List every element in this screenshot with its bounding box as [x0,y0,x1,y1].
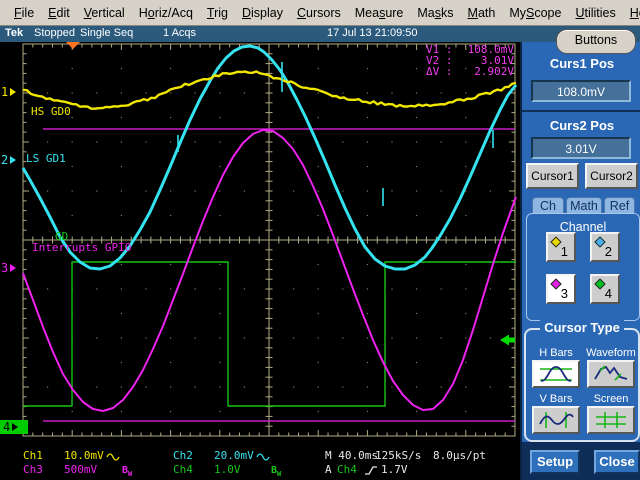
ch3-bandwidth-badge: BW [122,465,132,480]
sample-rate: 125kS/s [375,450,421,462]
ch2-readout-name: Ch2 [173,450,193,462]
menu-cursors[interactable]: Cursors [290,3,348,23]
channel-3-button[interactable]: 3 [546,274,576,304]
ch2-ac-coupling-icon [256,452,270,462]
menu-trig[interactable]: Trig [200,3,235,23]
trigger-source: Ch4 [337,464,357,476]
ch1-wave-label: HS GD0 [31,105,71,118]
screen-label: Screen [586,393,636,405]
tab-ch[interactable]: Ch [532,197,564,214]
screen-icon [592,410,630,430]
resolution: 8.0µs/pt [433,450,486,462]
ch3-wave-label: Interrupts GPIO [32,241,131,254]
menu-bar: FileEditVerticalHoriz/AcqTrigDisplayCurs… [0,0,640,26]
waveform-icon [592,364,630,384]
cursor1-button[interactable]: Cursor1 [526,163,579,189]
setup-button[interactable]: Setup [530,450,580,474]
scope-display: V1 :108.0mV V2 :3.01V ΔV :2.902V HS GD0 … [0,42,520,480]
ch3-readout-name: Ch3 [23,464,43,476]
menu-file[interactable]: File [7,3,41,23]
datetime: 17 Jul 13 21:09:50 [327,27,418,39]
ch1-readout-name: Ch1 [23,450,43,462]
oscilloscope-app: FileEditVerticalHoriz/AcqTrigDisplayCurs… [0,0,640,480]
trigger-slope-icon [364,464,378,476]
hbars-icon [537,364,575,384]
channel-section-title: Channel [527,220,639,234]
h-bars-button[interactable] [532,360,580,388]
delta-v-value: 2.902V [460,66,514,77]
curs1-pos-title: Curs1 Pos [522,56,640,71]
control-panel: Curs1 Pos 108.0mV Curs2 Pos 3.01V Cursor… [520,42,640,480]
ch4-ground-marker[interactable]: 4 [0,420,28,434]
vbars-icon [537,410,575,430]
ch1-ground-marker[interactable]: 1 [1,85,16,99]
ch3-ground-marker[interactable]: 3 [1,261,16,275]
acquisition-mode: Single Seq [80,27,133,39]
status-bar: Tek Stopped Single Seq 1 Acqs 17 Jul 13 … [0,26,640,42]
menu-vertical[interactable]: Vertical [77,3,132,23]
v-bars-button[interactable] [532,406,580,434]
curs1-pos-value[interactable]: 108.0mV [531,80,631,102]
graticule [0,42,520,480]
ch3-scale: 500mV [64,464,97,476]
tab-ref[interactable]: Ref [604,197,635,214]
tab-math[interactable]: Math [566,197,602,214]
tek-logo: Tek [5,27,23,39]
ch1-scale: 10.0mV [64,450,104,462]
trigger-type: A [325,464,332,476]
menu-help[interactable]: Help [623,3,640,23]
curs2-pos-title: Curs2 Pos [522,118,640,133]
acquisition-count: 1 Acqs [163,27,196,39]
menu-display[interactable]: Display [235,3,290,23]
menu-myscope[interactable]: MyScope [502,3,568,23]
ch2-wave-label: LS GD1 [26,152,66,165]
channel-tab-page: Channel [526,213,640,321]
trigger-level-arrow[interactable] [500,335,515,346]
buttons-button[interactable]: Buttons [556,29,636,54]
curs2-pos-value[interactable]: 3.01V [531,137,631,159]
ch4-readout-name: Ch4 [173,464,193,476]
menu-masks[interactable]: Masks [410,3,460,23]
v-bars-label: V Bars [531,393,581,405]
trigger-position-marker[interactable] [66,42,80,49]
menu-measure[interactable]: Measure [348,3,411,23]
timebase-main: M 40.0ms [325,450,378,462]
acquisition-status: Stopped [34,27,75,39]
channel-2-button[interactable]: 2 [590,232,620,262]
channel-1-button[interactable]: 1 [546,232,576,262]
close-button[interactable]: Close [594,450,640,474]
ch4-bandwidth-badge: BW [271,465,281,480]
menu-horizacq[interactable]: Horiz/Acq [132,3,200,23]
h-bars-label: H Bars [531,347,581,359]
menu-math[interactable]: Math [461,3,503,23]
cursor2-button[interactable]: Cursor2 [585,163,638,189]
menu-utilities[interactable]: Utilities [568,3,622,23]
waveform-label: Waveform [586,347,636,359]
menu-edit[interactable]: Edit [41,3,77,23]
channel-4-button[interactable]: 4 [590,274,620,304]
cursor-type-title: Cursor Type [522,320,640,335]
ch1-ac-coupling-icon [106,452,120,462]
ch4-scale: 1.0V [214,464,241,476]
waveform-button[interactable] [587,360,635,388]
ch2-scale: 20.0mV [214,450,254,462]
screen-button[interactable] [587,406,635,434]
cursor-readout: V1 :108.0mV V2 :3.01V ΔV :2.902V [426,44,514,77]
trigger-level: 1.7V [381,464,408,476]
ch2-ground-marker[interactable]: 2 [1,153,16,167]
